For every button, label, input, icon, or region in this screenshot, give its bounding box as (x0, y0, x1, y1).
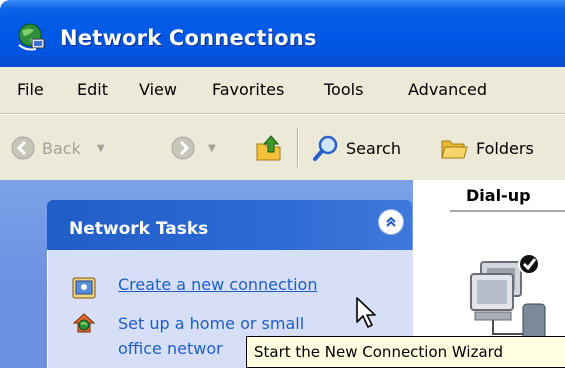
double-chevron-up-icon (386, 216, 396, 227)
tooltip-text: Start the New Connection Wizard (254, 343, 504, 361)
up-folder-button[interactable] (254, 135, 284, 161)
up-folder-icon (256, 135, 281, 161)
dial-up-connection-icon[interactable] (467, 248, 565, 348)
home-network-icon (72, 313, 96, 333)
window-title: Network Connections (60, 26, 317, 50)
back-dropdown-icon[interactable]: ▼ (97, 143, 105, 154)
forward-dropdown-icon[interactable]: ▼ (208, 143, 216, 154)
search-button[interactable]: Search (312, 135, 401, 161)
forward-button[interactable]: ▼ (170, 135, 216, 161)
folders-label: Folders (476, 138, 534, 158)
dial-up-column-header[interactable]: Dial-up (450, 184, 565, 212)
search-label: Search (346, 138, 401, 158)
new-connection-icon (72, 277, 96, 299)
network-connections-icon (18, 23, 45, 51)
menu-bar: File Edit View Favorites Tools Advanced (0, 67, 565, 114)
folders-icon (441, 140, 468, 159)
network-tasks-header[interactable]: Network Tasks (47, 200, 412, 250)
toolbar: Back ▼ ▼ Search Folders (0, 114, 565, 180)
home-network-link-line2[interactable]: office networ (118, 339, 223, 358)
menu-favorites[interactable]: Favorites (212, 80, 284, 99)
folders-button[interactable]: Folders (440, 135, 534, 161)
menu-edit[interactable]: Edit (77, 80, 108, 99)
dial-up-label: Dial-up (466, 186, 531, 205)
create-new-connection-link[interactable]: Create a new connection (118, 275, 317, 294)
forward-arrow-icon (171, 136, 195, 160)
mouse-cursor-icon (356, 297, 376, 328)
menu-advanced[interactable]: Advanced (408, 80, 487, 99)
explorer-window: Network Connections File Edit View Favor… (0, 0, 565, 368)
menu-tools[interactable]: Tools (324, 80, 363, 99)
collapse-button[interactable] (378, 209, 404, 235)
network-tasks-title: Network Tasks (69, 219, 209, 239)
back-button[interactable]: Back ▼ (10, 135, 105, 161)
title-bar[interactable]: Network Connections (0, 0, 565, 67)
back-arrow-icon (11, 136, 35, 160)
menu-view[interactable]: View (139, 80, 177, 99)
back-label: Back (42, 138, 81, 158)
search-icon (313, 135, 338, 161)
toolbar-separator (297, 127, 298, 167)
tooltip: Start the New Connection Wizard (246, 336, 565, 368)
home-network-link-line1[interactable]: Set up a home or small (118, 314, 304, 333)
menu-file[interactable]: File (17, 80, 44, 99)
